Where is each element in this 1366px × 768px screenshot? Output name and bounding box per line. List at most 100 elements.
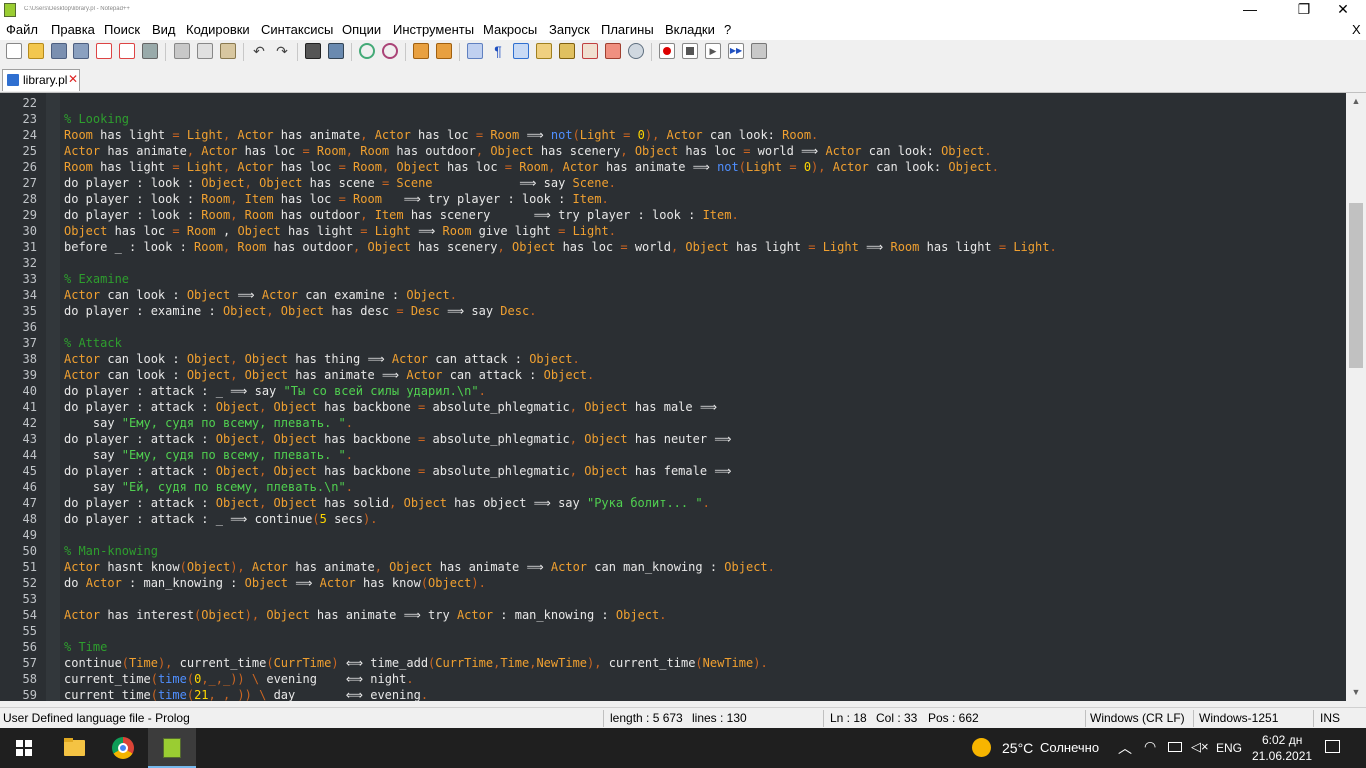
monitor-icon[interactable]: [605, 43, 621, 59]
battery-icon[interactable]: [1168, 742, 1182, 752]
scroll-down-icon[interactable]: ▼: [1346, 684, 1366, 701]
word-wrap-icon[interactable]: [467, 43, 483, 59]
code-line[interactable]: 59 current_time(time(21,_,_)) \ day ⟺ eve…: [0, 687, 1346, 701]
menu-tools[interactable]: Инструменты: [393, 23, 474, 37]
code-line[interactable]: 42 say "Ему, судя по всему, плевать. ".: [0, 415, 1346, 431]
code-line[interactable]: 50 % Man-knowing: [0, 543, 1346, 559]
save-icon[interactable]: [51, 43, 67, 59]
code-line[interactable]: 29 do player : look : Room, Room has outd…: [0, 207, 1346, 223]
menu-language[interactable]: Синтаксисы: [261, 23, 333, 37]
code-line[interactable]: 33 % Examine: [0, 271, 1346, 287]
code-line[interactable]: 25 Actor has animate, Actor has loc = Roo…: [0, 143, 1346, 159]
status-eol[interactable]: Windows (CR LF): [1090, 711, 1185, 725]
zoom-in-icon[interactable]: [359, 43, 375, 59]
minimize-button[interactable]: —: [1227, 0, 1273, 20]
close-all-icon[interactable]: [119, 43, 135, 59]
input-language[interactable]: ENG: [1216, 741, 1242, 755]
new-file-icon[interactable]: [6, 43, 22, 59]
find-icon[interactable]: [305, 43, 321, 59]
code-line[interactable]: 36: [0, 319, 1346, 335]
tab-close-icon[interactable]: ✕: [67, 72, 79, 86]
windows-start-icon[interactable]: [16, 740, 32, 756]
save-macro-icon[interactable]: [751, 43, 767, 59]
code-line[interactable]: 38 Actor can look : Object, Object has th…: [0, 351, 1346, 367]
clock-time[interactable]: 6:02 дн: [1262, 733, 1302, 747]
notepadpp-taskbar-icon[interactable]: [148, 728, 196, 768]
code-line[interactable]: 48 do player : attack : _ ⟹ continue(5 se…: [0, 511, 1346, 527]
vertical-scrollbar[interactable]: ▲ ▼: [1346, 93, 1366, 701]
code-line[interactable]: 28 do player : look : Room, Item has loc …: [0, 191, 1346, 207]
code-line[interactable]: 54 Actor has interest(Object), Object has…: [0, 607, 1346, 623]
chevron-up-icon[interactable]: ︿: [1118, 738, 1132, 758]
code-line[interactable]: 57 continue(Time), current_time(CurrTime)…: [0, 655, 1346, 671]
code-line[interactable]: 23 % Looking: [0, 111, 1346, 127]
menu-macro[interactable]: Макросы: [483, 23, 537, 37]
menu-view[interactable]: Вид: [152, 23, 176, 37]
close-icon[interactable]: [96, 43, 112, 59]
status-encoding[interactable]: Windows-1251: [1199, 711, 1278, 725]
code-line[interactable]: 24 Room has light = Light, Actor has anim…: [0, 127, 1346, 143]
document-map-icon[interactable]: [536, 43, 552, 59]
notification-icon[interactable]: [1325, 740, 1340, 753]
volume-muted-icon[interactable]: ◁×: [1191, 739, 1209, 755]
replace-icon[interactable]: [328, 43, 344, 59]
open-file-icon[interactable]: [28, 43, 44, 59]
print-icon[interactable]: [142, 43, 158, 59]
indent-guide-icon[interactable]: [513, 43, 529, 59]
code-line[interactable]: 22: [0, 95, 1346, 111]
menu-run[interactable]: Запуск: [549, 23, 590, 37]
code-line[interactable]: 46 say "Ей, судя по всему, плевать.\n".: [0, 479, 1346, 495]
copy-icon[interactable]: [197, 43, 213, 59]
cut-icon[interactable]: [174, 43, 190, 59]
code-line[interactable]: 32: [0, 255, 1346, 271]
code-line[interactable]: 51 Actor hasnt know(Object), Actor has an…: [0, 559, 1346, 575]
code-line[interactable]: 26 Room has light = Light, Actor has loc …: [0, 159, 1346, 175]
status-insert-mode[interactable]: INS: [1320, 711, 1340, 725]
code-line[interactable]: 31 before _ : look : Room, Room has outdo…: [0, 239, 1346, 255]
chrome-icon[interactable]: [99, 728, 147, 768]
sun-weather-icon[interactable]: [972, 738, 991, 757]
sync-vertical-icon[interactable]: [413, 43, 429, 59]
menu-plugins[interactable]: Плагины: [601, 23, 654, 37]
menu-settings[interactable]: Опции: [342, 23, 381, 37]
code-line[interactable]: 45 do player : attack : Object, Object ha…: [0, 463, 1346, 479]
menu-window[interactable]: Вкладки: [665, 23, 715, 37]
scroll-thumb[interactable]: [1349, 203, 1363, 368]
paste-icon[interactable]: [220, 43, 236, 59]
close-document-button[interactable]: X: [1352, 23, 1361, 37]
clock-date[interactable]: 21.06.2021: [1252, 749, 1312, 763]
code-line[interactable]: 39 Actor can look : Object, Object has an…: [0, 367, 1346, 383]
play-macro-icon[interactable]: ▶: [705, 43, 721, 59]
stop-record-icon[interactable]: [682, 43, 698, 59]
code-line[interactable]: 35 do player : examine : Object, Object h…: [0, 303, 1346, 319]
sync-horizontal-icon[interactable]: [436, 43, 452, 59]
undo-icon[interactable]: ↶: [251, 43, 267, 59]
code-editor[interactable]: 22 23 % Looking 24 Room has light = Light, A…: [0, 93, 1346, 701]
weather-description[interactable]: Солнечно: [1040, 740, 1099, 755]
folder-workspace-icon[interactable]: [582, 43, 598, 59]
show-all-chars-icon[interactable]: ¶: [490, 43, 506, 59]
scroll-up-icon[interactable]: ▲: [1346, 93, 1366, 110]
code-line[interactable]: 41 do player : attack : Object, Object ha…: [0, 399, 1346, 415]
menu-file[interactable]: Файл: [6, 23, 38, 37]
close-window-button[interactable]: ✕: [1320, 0, 1366, 20]
code-line[interactable]: 44 say "Ему, судя по всему, плевать. ".: [0, 447, 1346, 463]
code-line[interactable]: 34 Actor can look : Object ⟹ Actor can ex…: [0, 287, 1346, 303]
save-all-icon[interactable]: [73, 43, 89, 59]
code-line[interactable]: 52 do Actor : man_knowing : Object ⟹ Acto…: [0, 575, 1346, 591]
redo-icon[interactable]: ↷: [274, 43, 290, 59]
wifi-icon[interactable]: ◠: [1144, 738, 1156, 755]
function-list-icon[interactable]: [559, 43, 575, 59]
code-line[interactable]: 30 Object has loc = Room , Object has lig…: [0, 223, 1346, 239]
menu-search[interactable]: Поиск: [104, 23, 140, 37]
code-line[interactable]: 40 do player : attack : _ ⟹ say "Ты со вс…: [0, 383, 1346, 399]
run-macro-multiple-icon[interactable]: ▶▶: [728, 43, 744, 59]
tab-library-pl[interactable]: library.pl ✕: [2, 69, 80, 91]
notepadpp-app-icon[interactable]: [4, 3, 16, 17]
code-line[interactable]: 47 do player : attack : Object, Object ha…: [0, 495, 1346, 511]
code-line[interactable]: 53: [0, 591, 1346, 607]
menu-help[interactable]: ?: [724, 23, 731, 37]
weather-temperature[interactable]: 25°C: [1002, 740, 1033, 756]
file-explorer-icon[interactable]: [50, 728, 98, 768]
eye-icon[interactable]: [628, 43, 644, 59]
